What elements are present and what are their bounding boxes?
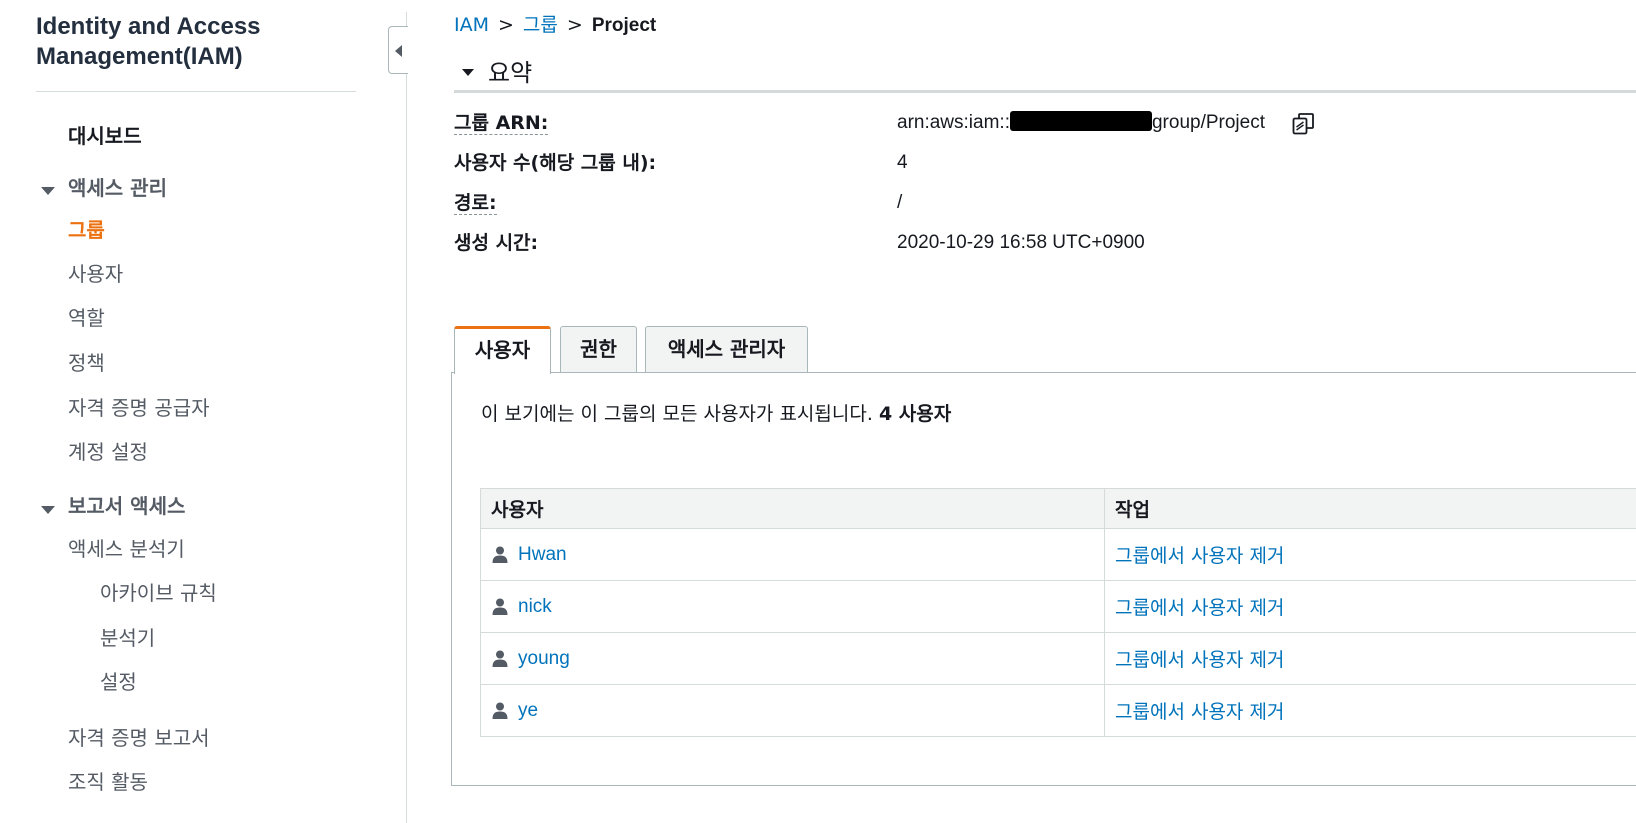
remove-user-link[interactable]: 그룹에서 사용자 제거 (1115, 649, 1284, 671)
sidebar-item-credential-report[interactable]: 자격 증명 보고서 (68, 726, 210, 750)
breadcrumb-groups[interactable]: 그룹 (523, 14, 558, 36)
user-link[interactable]: Hwan (518, 544, 567, 566)
summary-divider (454, 90, 1636, 93)
arn-suffix: group/Project (1151, 112, 1265, 133)
breadcrumb: IAM > 그룹 > Project (454, 12, 656, 39)
column-header-actions: 작업 (1104, 488, 1636, 529)
sidebar-item-archive-rules[interactable]: 아카이브 규칙 (100, 581, 217, 605)
path-value: / (897, 192, 903, 213)
creation-time-label: 생성 시간: (454, 232, 539, 254)
chevron-left-icon (395, 45, 402, 57)
sidebar-title[interactable]: Identity and Access Management(IAM) (36, 12, 356, 72)
collapse-sidebar-button[interactable] (388, 26, 408, 74)
remove-user-link[interactable]: 그룹에서 사용자 제거 (1115, 545, 1284, 567)
group-arn-label-text[interactable]: 그룹 ARN: (454, 112, 549, 135)
caret-down-icon[interactable] (41, 506, 55, 514)
table-row: Hwan 그룹에서 사용자 제거 (480, 528, 1636, 581)
copy-icon[interactable] (1292, 113, 1316, 135)
group-arn-value: arn:aws:iam:: group/Project (897, 110, 1265, 136)
breadcrumb-separator: > (498, 14, 514, 36)
sidebar-section-access-reports[interactable]: 보고서 액세스 (68, 494, 185, 518)
user-link[interactable]: young (518, 648, 570, 670)
action-cell: 그룹에서 사용자 제거 (1104, 684, 1636, 737)
sidebar-divider (36, 91, 356, 92)
path-label-text[interactable]: 경로: (454, 192, 497, 215)
tab-permissions[interactable]: 권한 (560, 326, 637, 373)
users-table: 사용자 작업 Hwan 그룹에서 사용자 제거 nick 그룹에서 사용자 제거… (480, 488, 1636, 737)
table-header-row: 사용자 작업 (480, 488, 1636, 529)
remove-user-link[interactable]: 그룹에서 사용자 제거 (1115, 597, 1284, 619)
panel-description: 이 보기에는 이 그룹의 모든 사용자가 표시됩니다. 4 사용자 (481, 401, 951, 427)
caret-down-icon (462, 68, 474, 76)
path-label: 경로: (454, 190, 497, 216)
sidebar-item-roles[interactable]: 역할 (68, 306, 105, 330)
sidebar-item-groups[interactable]: 그룹 (68, 218, 105, 242)
sidebar-item-analyzer-settings[interactable]: 설정 (100, 670, 137, 694)
summary-title: 요약 (488, 59, 533, 87)
action-cell: 그룹에서 사용자 제거 (1104, 580, 1636, 633)
breadcrumb-iam[interactable]: IAM (454, 14, 489, 36)
caret-down-icon[interactable] (41, 187, 55, 195)
arn-prefix: arn:aws:iam:: (897, 112, 1010, 133)
tab-access-advisor[interactable]: 액세스 관리자 (645, 326, 808, 373)
user-icon (492, 702, 508, 719)
group-arn-label: 그룹 ARN: (454, 110, 549, 136)
remove-user-link[interactable]: 그룹에서 사용자 제거 (1115, 701, 1284, 723)
redaction-block (1009, 111, 1152, 131)
sidebar-item-users[interactable]: 사용자 (68, 262, 123, 286)
sidebar-item-identity-providers[interactable]: 자격 증명 공급자 (68, 396, 210, 420)
table-row: nick 그룹에서 사용자 제거 (480, 580, 1636, 633)
creation-time-value: 2020-10-29 16:58 UTC+0900 (897, 232, 1145, 253)
user-link[interactable]: ye (518, 700, 538, 722)
sidebar-item-dashboard[interactable]: 대시보드 (68, 124, 142, 148)
sidebar-border (406, 12, 407, 823)
breadcrumb-current: Project (591, 15, 657, 36)
sidebar-item-access-analyzer[interactable]: 액세스 분석기 (68, 537, 185, 561)
user-cell: Hwan (480, 528, 1105, 581)
user-icon (492, 598, 508, 615)
user-count-value: 4 (897, 152, 908, 173)
user-link[interactable]: nick (518, 596, 552, 618)
sidebar-item-analyzers[interactable]: 분석기 (100, 626, 155, 650)
column-header-user: 사용자 (480, 488, 1105, 529)
summary-toggle[interactable]: 요약 (458, 58, 532, 88)
table-row: ye 그룹에서 사용자 제거 (480, 684, 1636, 737)
user-count-label: 사용자 수(해당 그룹 내): (454, 152, 657, 174)
user-cell: young (480, 632, 1105, 685)
breadcrumb-separator: > (566, 14, 583, 36)
action-cell: 그룹에서 사용자 제거 (1104, 528, 1636, 581)
user-icon (492, 546, 508, 563)
sidebar-item-organization-activity[interactable]: 조직 활동 (68, 770, 148, 794)
user-cell: ye (480, 684, 1105, 737)
user-cell: nick (480, 580, 1105, 633)
user-icon (492, 650, 508, 667)
sidebar-item-policies[interactable]: 정책 (68, 351, 105, 375)
tab-users[interactable]: 사용자 (454, 326, 551, 374)
panel-description-text: 이 보기에는 이 그룹의 모든 사용자가 표시됩니다. (481, 403, 873, 425)
action-cell: 그룹에서 사용자 제거 (1104, 632, 1636, 685)
sidebar-section-access-management[interactable]: 액세스 관리 (68, 176, 167, 200)
user-count-text: 4 사용자 (878, 403, 952, 425)
sidebar: Identity and Access Management(IAM) 대시보드… (0, 0, 400, 823)
table-row: young 그룹에서 사용자 제거 (480, 632, 1636, 685)
sidebar-item-account-settings[interactable]: 계정 설정 (68, 440, 148, 464)
